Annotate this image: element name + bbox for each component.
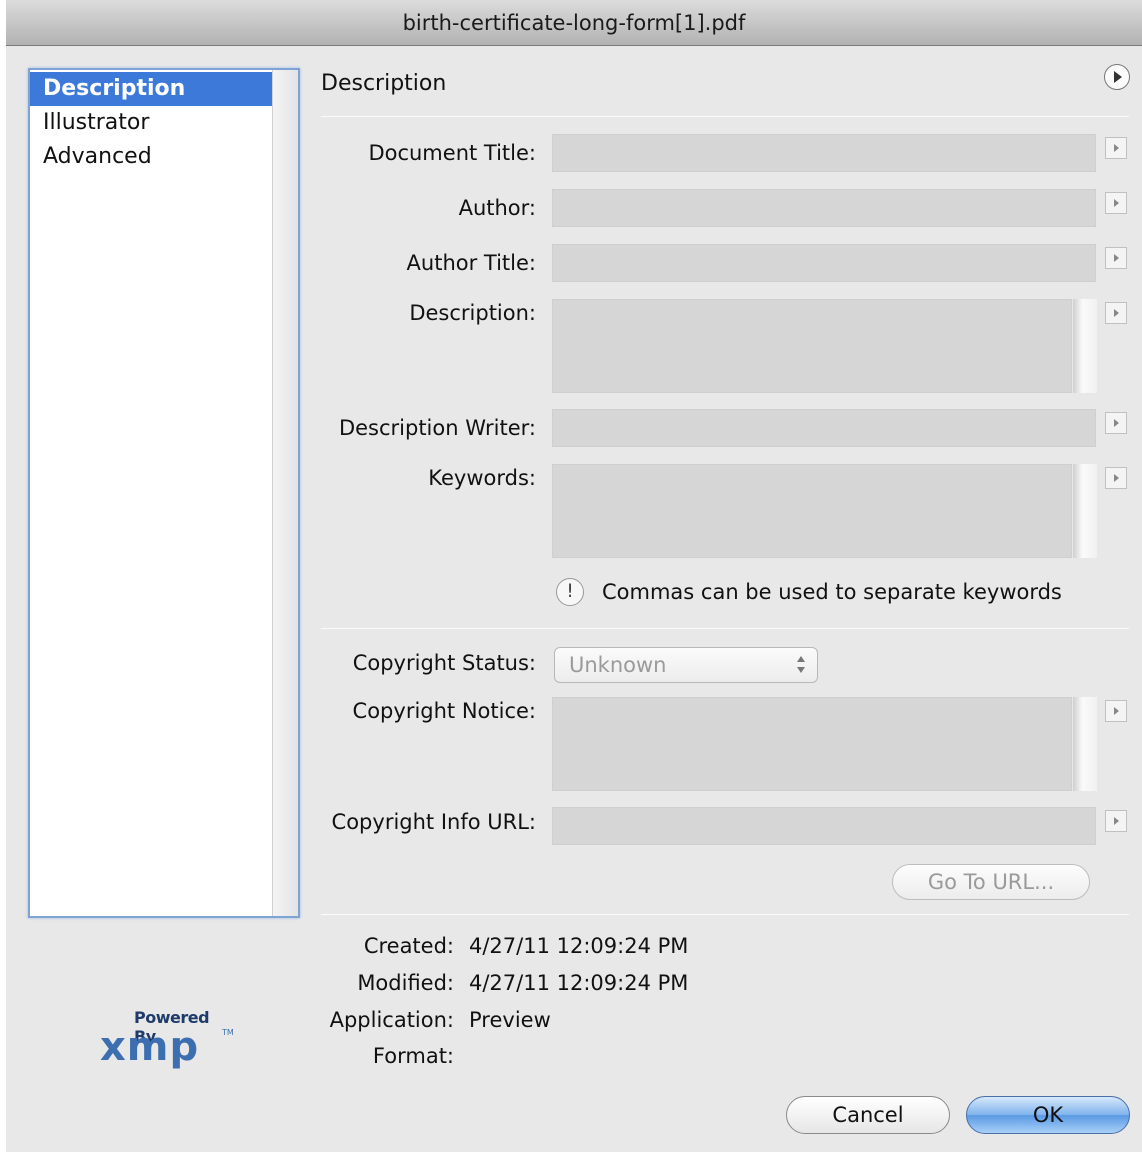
copyright-url-label: Copyright Info URL: bbox=[331, 810, 536, 834]
category-item-description[interactable]: Description bbox=[30, 72, 272, 106]
keywords-scrollbar[interactable] bbox=[1073, 464, 1097, 558]
xmp-wordmark: xmp bbox=[100, 1024, 200, 1070]
copyright-status-label: Copyright Status: bbox=[352, 651, 536, 675]
application-value: Preview bbox=[469, 1008, 551, 1032]
window-edge bbox=[0, 0, 6, 1152]
panel-menu-icon[interactable] bbox=[1104, 64, 1130, 90]
trademark-mark: TM bbox=[222, 1028, 234, 1037]
panel-title: Description bbox=[321, 71, 447, 96]
copyright-status-select[interactable]: Unknown bbox=[554, 647, 818, 683]
keywords-label: Keywords: bbox=[428, 466, 536, 490]
created-value: 4/27/11 12:09:24 PM bbox=[469, 934, 689, 958]
description-writer-field[interactable] bbox=[552, 409, 1096, 447]
application-label: Application: bbox=[329, 1008, 454, 1032]
format-label: Format: bbox=[372, 1044, 454, 1068]
author-field[interactable] bbox=[552, 189, 1096, 227]
header-separator bbox=[321, 116, 1129, 117]
description-writer-dropdown-icon[interactable] bbox=[1105, 412, 1127, 434]
cancel-button[interactable]: Cancel bbox=[786, 1096, 950, 1134]
exclamation-icon: ! bbox=[556, 578, 584, 606]
keywords-dropdown-icon[interactable] bbox=[1105, 467, 1127, 489]
copyright-notice-field[interactable] bbox=[552, 697, 1072, 791]
info-separator bbox=[321, 914, 1129, 915]
modified-label: Modified: bbox=[357, 971, 454, 995]
author-label: Author: bbox=[458, 196, 536, 220]
copyright-url-dropdown-icon[interactable] bbox=[1105, 810, 1127, 832]
description-label: Description: bbox=[409, 301, 536, 325]
author-dropdown-icon[interactable] bbox=[1105, 192, 1127, 214]
document-title-field[interactable] bbox=[552, 134, 1096, 172]
description-writer-label: Description Writer: bbox=[338, 416, 536, 440]
copyright-notice-dropdown-icon[interactable] bbox=[1105, 700, 1127, 722]
description-scrollbar[interactable] bbox=[1073, 299, 1097, 393]
category-item-illustrator[interactable]: Illustrator bbox=[30, 106, 272, 140]
description-dropdown-icon[interactable] bbox=[1105, 302, 1127, 324]
author-title-field[interactable] bbox=[552, 244, 1096, 282]
category-list-scrollbar[interactable] bbox=[272, 70, 298, 916]
window-title: birth-certificate-long-form[1].pdf bbox=[6, 0, 1142, 46]
ok-button[interactable]: OK bbox=[966, 1096, 1130, 1134]
modified-value: 4/27/11 12:09:24 PM bbox=[469, 971, 689, 995]
category-list[interactable]: Description Illustrator Advanced bbox=[28, 68, 300, 918]
description-field[interactable] bbox=[552, 299, 1072, 393]
created-label: Created: bbox=[363, 934, 454, 958]
copyright-url-field[interactable] bbox=[552, 807, 1096, 845]
category-item-advanced[interactable]: Advanced bbox=[30, 140, 272, 174]
author-title-dropdown-icon[interactable] bbox=[1105, 247, 1127, 269]
document-title-label: Document Title: bbox=[368, 141, 536, 165]
copyright-notice-label: Copyright Notice: bbox=[352, 699, 536, 723]
xmp-logo: Powered By xmp TM bbox=[100, 1008, 234, 1072]
document-title-dropdown-icon[interactable] bbox=[1105, 137, 1127, 159]
keywords-hint: Commas can be used to separate keywords bbox=[602, 580, 1062, 604]
go-to-url-button[interactable]: Go To URL... bbox=[892, 864, 1090, 900]
keywords-field[interactable] bbox=[552, 464, 1072, 558]
copyright-notice-scrollbar[interactable] bbox=[1073, 697, 1097, 791]
copyright-separator bbox=[321, 628, 1129, 629]
author-title-label: Author Title: bbox=[406, 251, 536, 275]
copyright-status-value: Unknown bbox=[569, 653, 667, 677]
updown-arrows-icon bbox=[795, 653, 807, 677]
